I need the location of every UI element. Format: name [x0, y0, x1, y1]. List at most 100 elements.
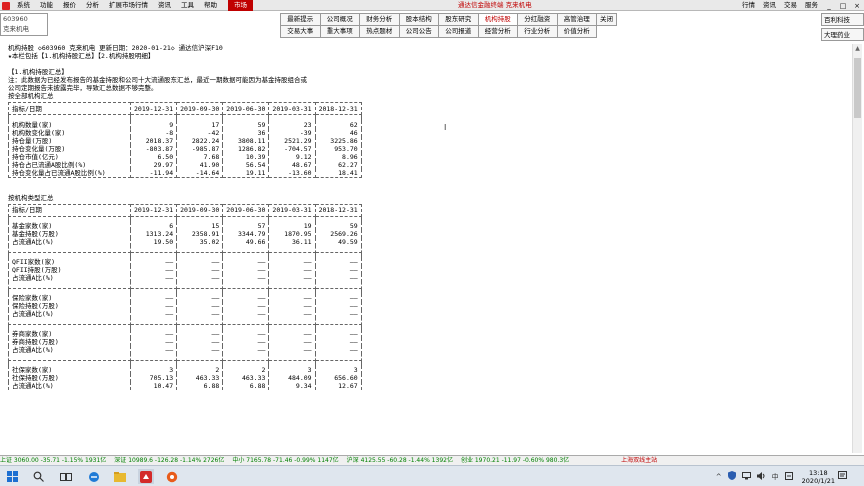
content-index-line[interactable]: ★本栏包括【1.机构持股汇总】【2.机构持股明细】 [8, 52, 808, 60]
menu-item-function[interactable]: 功能 [35, 0, 58, 11]
tab-company-overview[interactable]: 公司概况 [320, 14, 360, 26]
table-row: 保险持股(万股) —— —— —— —— —— [8, 302, 362, 310]
row-label: 占流通A比(%) [8, 382, 131, 390]
tab-executive-governance[interactable]: 高管治理 [557, 14, 597, 26]
network-icon[interactable] [741, 471, 751, 482]
table-cell: —— [268, 330, 316, 338]
table-cell: 3 [268, 366, 316, 374]
table-cell: 41.90 [176, 160, 224, 169]
tdx-app-icon[interactable] [138, 469, 154, 484]
menu-item-system[interactable]: 系统 [12, 0, 35, 11]
row-label: 占流通A比(%) [8, 238, 131, 246]
input-method-icon[interactable] [784, 471, 793, 482]
menu-item-quote[interactable]: 报价 [58, 0, 81, 11]
chevron-up-icon[interactable]: ^ [716, 473, 722, 481]
tab-latest-tips[interactable]: 最新提示 [281, 14, 321, 26]
tab-company-announcements[interactable]: 公司公告 [399, 26, 439, 38]
related-stock-button-1[interactable]: 百利科技 [821, 13, 864, 26]
table-cell: —— [176, 294, 224, 302]
top-nav-quote[interactable]: 行情 [738, 0, 759, 11]
row-label: QFII家数(家) [8, 258, 131, 266]
index-quote[interactable]: 创业 1970.21 -11.97 -0.60% 980.3亿 [461, 456, 569, 465]
table-cell: 29.97 [129, 160, 178, 169]
row-label: 持仓变化量占已流通A股比例(%) [8, 168, 131, 178]
index-quote[interactable]: 沪深 4125.55 -60.28 -1.44% 1392亿 [347, 456, 453, 465]
related-stock-button-2[interactable]: 大理药业 [821, 28, 864, 41]
table2-caption: 按机构类型汇总 [8, 193, 54, 202]
windows-start-icon[interactable] [4, 469, 20, 484]
menu-item-extended-market[interactable]: 扩展市场行情 [104, 0, 153, 11]
market-button[interactable]: 市场 [228, 0, 253, 11]
scrollbar-thumb[interactable] [854, 58, 861, 118]
table-cell: 57 [222, 222, 270, 230]
top-nav-trade[interactable]: 交易 [780, 0, 801, 11]
maximize-icon[interactable]: □ [836, 0, 850, 11]
table-cell: —— [222, 346, 270, 354]
table-cell: 59 [222, 120, 270, 129]
table-cell: 17 [176, 120, 224, 129]
table-cell: 3 [129, 366, 178, 374]
table-row: 占流通A比(%) —— —— —— —— —— [8, 274, 362, 282]
date-header: 2019-03-31 [268, 102, 316, 115]
edge-browser-icon[interactable] [86, 469, 102, 484]
vertical-scrollbar[interactable]: ▲ [852, 44, 862, 453]
table-cell: 36 [222, 128, 270, 137]
volume-icon[interactable] [756, 471, 766, 482]
table-cell: —— [314, 346, 362, 354]
tab-shareholder-research[interactable]: 股东研究 [439, 14, 479, 26]
stock-selector[interactable]: 603960 克来机电 [0, 13, 48, 36]
tab-value-analysis[interactable]: 价值分析 [557, 26, 597, 38]
table-cell: 6.50 [129, 152, 178, 161]
tab-share-structure[interactable]: 股本结构 [399, 14, 439, 26]
table-cell: —— [176, 258, 224, 266]
notification-icon[interactable] [838, 471, 847, 482]
tab-major-events[interactable]: 重大事项 [320, 26, 360, 38]
table-cell: —— [222, 258, 270, 266]
scroll-up-icon[interactable]: ▲ [853, 44, 862, 54]
task-view-icon[interactable] [58, 469, 74, 484]
row-label: 基金家数(家) [8, 222, 131, 230]
menu-item-tools[interactable]: 工具 [176, 0, 199, 11]
tab-company-reports[interactable]: 公司报道 [439, 26, 479, 38]
table-row: QFII家数(家) —— —— —— —— —— [8, 258, 362, 266]
menu-item-help[interactable]: 帮助 [199, 0, 222, 11]
tab-industry-analysis[interactable]: 行业分析 [518, 26, 558, 38]
index-quote[interactable]: 中小 7165.78 -71.46 -0.99% 1147亿 [232, 456, 338, 465]
table-row: 持仓量(万股) 2018.37 2822.24 3808.11 2521.29 3225.… [8, 136, 362, 145]
index-quote[interactable]: 深证 10989.6 -126.28 -1.14% 2726亿 [114, 456, 224, 465]
table-cell: 6.88 [176, 382, 224, 390]
index-quote[interactable]: 上证 3060.00 -35.71 -1.15% 1931亿 [0, 456, 106, 465]
security-shield-icon[interactable] [727, 471, 736, 482]
date-header: 2019-12-31 [129, 102, 178, 115]
tab-business-analysis[interactable]: 经营分析 [478, 26, 518, 38]
tab-close-button[interactable]: 关闭 [597, 14, 617, 26]
taskbar: ^ 中 13:18 2020/1/21 [0, 465, 864, 486]
menu-item-analysis[interactable]: 分析 [81, 0, 104, 11]
top-nav-news[interactable]: 资讯 [759, 0, 780, 11]
row-label: 基金持股(万股) [8, 230, 131, 238]
minimize-icon[interactable]: _ [822, 0, 836, 11]
file-explorer-icon[interactable] [112, 469, 128, 484]
clock[interactable]: 13:18 2020/1/21 [802, 469, 835, 485]
index-quote[interactable]: 上海双线主站 [621, 456, 657, 465]
tab-financial-analysis[interactable]: 财务分析 [360, 14, 400, 26]
media-app-icon[interactable] [164, 469, 180, 484]
table-cell: 656.60 [314, 374, 362, 382]
tab-trading-events[interactable]: 交易大事 [281, 26, 321, 38]
table1-caption: 按全部机构汇总 [8, 92, 54, 100]
table-cell: 59 [314, 222, 362, 230]
table-cell: —— [268, 310, 316, 318]
close-icon[interactable]: × [850, 0, 864, 11]
tab-dividend-financing[interactable]: 分红融资 [518, 14, 558, 26]
ime-indicator[interactable]: 中 [772, 472, 779, 482]
table-row: 基金家数(家) 6 15 57 19 59 [8, 222, 362, 230]
top-nav-service[interactable]: 服务 [801, 0, 822, 11]
text-cursor-icon: I [444, 123, 447, 132]
table-cell: 62.27 [314, 160, 362, 169]
tab-hot-topics[interactable]: 热点题材 [360, 26, 400, 38]
table-cell: 48.67 [268, 160, 316, 169]
search-icon[interactable] [30, 469, 46, 484]
tab-institutional-holdings[interactable]: 机构持股 [478, 14, 518, 26]
table-cell: -42 [176, 128, 224, 137]
menu-item-news[interactable]: 资讯 [153, 0, 176, 11]
